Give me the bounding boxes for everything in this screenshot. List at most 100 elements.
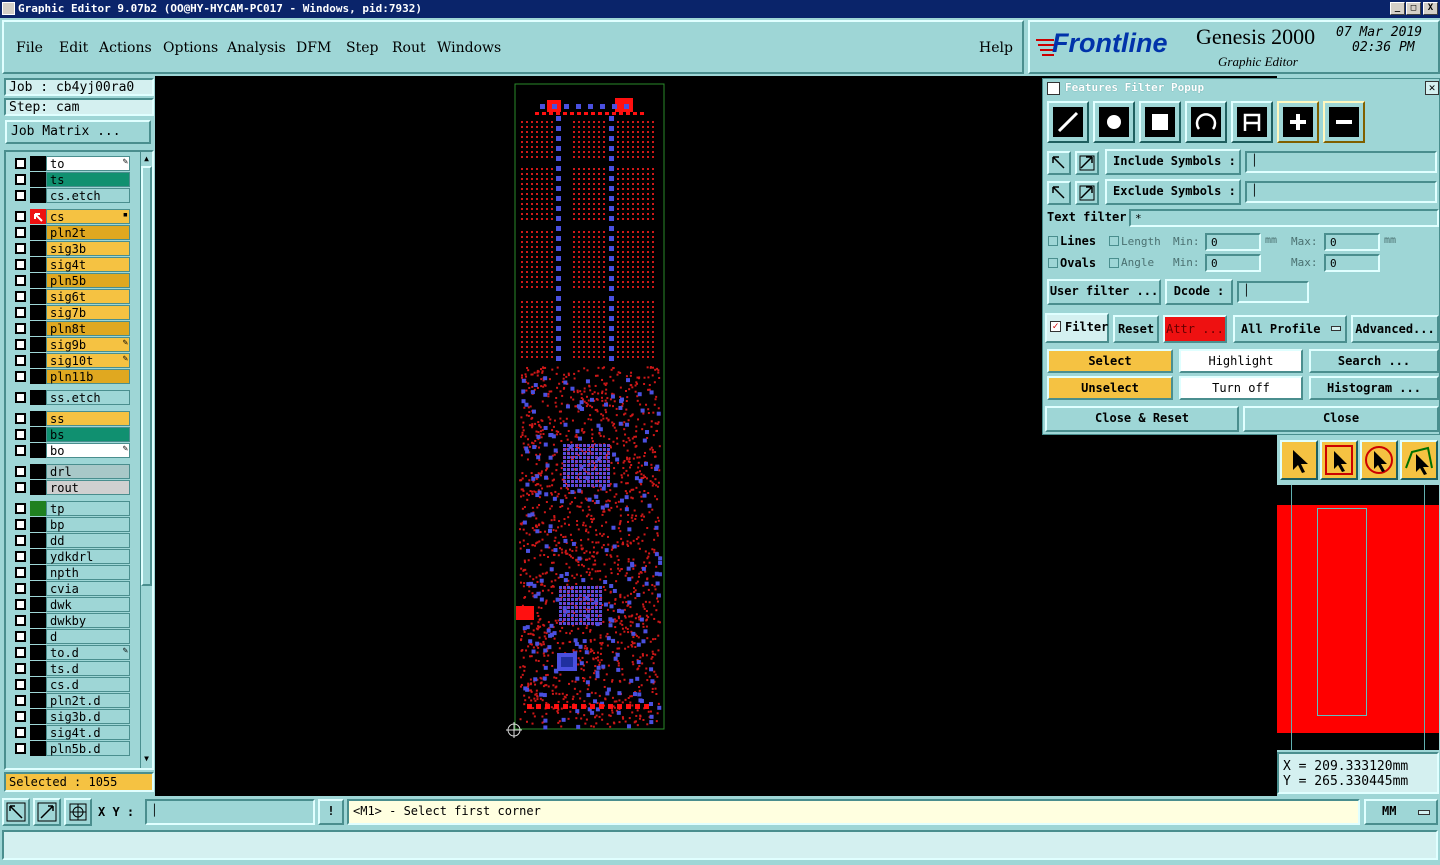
turn-off-button[interactable]: Turn off — [1179, 376, 1303, 400]
layer-row-ss[interactable]: ss — [10, 411, 130, 426]
layer-affected-indicator[interactable] — [30, 501, 46, 516]
ovals-checkbox[interactable] — [1048, 258, 1058, 268]
layer-affected-indicator[interactable] — [30, 209, 46, 224]
search-button[interactable]: Search ... — [1309, 349, 1439, 373]
zoom-area-button[interactable] — [33, 798, 61, 826]
exclude-symbols-button[interactable]: Exclude Symbols : — [1105, 179, 1241, 205]
layer-name[interactable]: npth — [46, 565, 130, 580]
exclude-select-icon[interactable] — [1047, 181, 1071, 205]
layer-affected-indicator[interactable] — [30, 443, 46, 458]
layer-name[interactable]: pln8t — [46, 321, 130, 336]
filter-pad-button[interactable] — [1093, 101, 1135, 143]
scroll-down-icon[interactable]: ▼ — [142, 754, 151, 764]
layer-name[interactable]: to — [46, 156, 130, 171]
select-button[interactable]: Select — [1047, 349, 1173, 373]
text-filter-input[interactable]: * — [1129, 209, 1439, 227]
layer-affected-indicator[interactable] — [30, 390, 46, 405]
layer-affected-indicator[interactable] — [30, 241, 46, 256]
layer-name[interactable]: ydkdrl — [46, 549, 130, 564]
layer-checkbox[interactable] — [15, 190, 26, 201]
select-mode-button[interactable] — [1280, 440, 1318, 480]
layer-affected-indicator[interactable] — [30, 225, 46, 240]
menu-windows[interactable]: Windows — [437, 40, 501, 56]
layer-row-sig7b[interactable]: sig7b — [10, 305, 130, 320]
layer-checkbox[interactable] — [15, 429, 26, 440]
close-reset-button[interactable]: Close & Reset — [1045, 406, 1239, 432]
layer-affected-indicator[interactable] — [30, 549, 46, 564]
layer-checkbox[interactable] — [15, 174, 26, 185]
layer-affected-indicator[interactable] — [30, 581, 46, 596]
layer-affected-indicator[interactable] — [30, 172, 46, 187]
layer-affected-indicator[interactable] — [30, 517, 46, 532]
layer-affected-indicator[interactable] — [30, 156, 46, 171]
layer-row-cs-d[interactable]: cs.d — [10, 677, 130, 692]
menu-edit[interactable]: Edit — [59, 40, 88, 56]
layer-name[interactable]: sig3b.d — [46, 709, 130, 724]
layer-row-tp[interactable]: tp — [10, 501, 130, 516]
layer-affected-indicator[interactable] — [30, 188, 46, 203]
layer-checkbox[interactable] — [15, 445, 26, 456]
layer-row-drl[interactable]: drl — [10, 464, 130, 479]
angle-max-input[interactable]: 0 — [1324, 254, 1380, 272]
layer-row-pln5b[interactable]: pln5b — [10, 273, 130, 288]
layer-checkbox[interactable] — [15, 259, 26, 270]
grid-button[interactable] — [64, 798, 92, 826]
layer-checkbox[interactable] — [15, 392, 26, 403]
menu-dfm[interactable]: DFM — [296, 40, 331, 56]
menu-file[interactable]: File — [16, 40, 43, 56]
layer-affected-indicator[interactable] — [30, 305, 46, 320]
layer-name[interactable]: rout — [46, 480, 130, 495]
layer-name[interactable]: pln5b — [46, 273, 130, 288]
layer-checkbox[interactable] — [15, 503, 26, 514]
advanced-button[interactable]: Advanced... — [1351, 315, 1439, 343]
popup-close-icon[interactable]: ✕ — [1425, 81, 1439, 95]
length-max-input[interactable]: 0 — [1324, 233, 1380, 251]
layer-affected-indicator[interactable] — [30, 629, 46, 644]
layer-row-pln5b-d[interactable]: pln5b.d — [10, 741, 130, 756]
length-min-input[interactable]: 0 — [1205, 233, 1261, 251]
xy-input[interactable]: │ — [145, 799, 315, 825]
layer-name[interactable]: sig7b — [46, 305, 130, 320]
layer-row-pln2t-d[interactable]: pln2t.d — [10, 693, 130, 708]
layer-checkbox[interactable] — [15, 711, 26, 722]
layer-name[interactable]: tp — [46, 501, 130, 516]
layer-row-to[interactable]: to ✎ — [10, 156, 130, 171]
layer-row-ydkdrl[interactable]: ydkdrl — [10, 549, 130, 564]
lines-checkbox[interactable] — [1048, 236, 1058, 246]
layer-name[interactable]: sig9b — [46, 337, 130, 352]
layer-row-to-d[interactable]: to.d ✎ — [10, 645, 130, 660]
layer-name[interactable]: pln2t.d — [46, 693, 130, 708]
layer-row-cs-etch[interactable]: cs.etch — [10, 188, 130, 203]
layer-affected-indicator[interactable] — [30, 565, 46, 580]
filter-toggle[interactable]: ✓ Filter — [1045, 313, 1109, 343]
layer-name[interactable]: dwkby — [46, 613, 130, 628]
job-matrix-button[interactable]: Job Matrix ... — [5, 120, 151, 144]
overview-map[interactable] — [1277, 485, 1439, 750]
filter-checkbox-icon[interactable]: ✓ — [1050, 321, 1061, 332]
menu-options[interactable]: Options — [163, 40, 218, 56]
layer-row-ts-d[interactable]: ts.d — [10, 661, 130, 676]
layer-affected-indicator[interactable] — [30, 289, 46, 304]
exclude-pick-icon[interactable] — [1075, 181, 1099, 205]
layer-affected-indicator[interactable] — [30, 645, 46, 660]
layer-name[interactable]: sig3b — [46, 241, 130, 256]
layer-checkbox[interactable] — [15, 695, 26, 706]
angle-min-input[interactable]: 0 — [1205, 254, 1261, 272]
layer-row-cvia[interactable]: cvia — [10, 581, 130, 596]
filter-surface-button[interactable] — [1139, 101, 1181, 143]
layer-name[interactable]: to.d — [46, 645, 130, 660]
layer-row-d[interactable]: d — [10, 629, 130, 644]
layer-checkbox[interactable] — [15, 339, 26, 350]
highlight-button[interactable]: Highlight — [1179, 349, 1303, 373]
menu-step[interactable]: Step — [346, 40, 378, 56]
layer-row-sig4t[interactable]: sig4t — [10, 257, 130, 272]
include-symbols-input[interactable]: │ — [1245, 151, 1437, 173]
layer-row-dd[interactable]: dd — [10, 533, 130, 548]
layer-name[interactable]: pln11b — [46, 369, 130, 384]
scroll-thumb[interactable] — [141, 166, 152, 586]
minimize-button[interactable]: _ — [1390, 2, 1405, 15]
layer-affected-indicator[interactable] — [30, 257, 46, 272]
close-button[interactable]: Close — [1243, 406, 1439, 432]
layer-name[interactable]: cs.etch — [46, 188, 130, 203]
layer-checkbox[interactable] — [15, 291, 26, 302]
